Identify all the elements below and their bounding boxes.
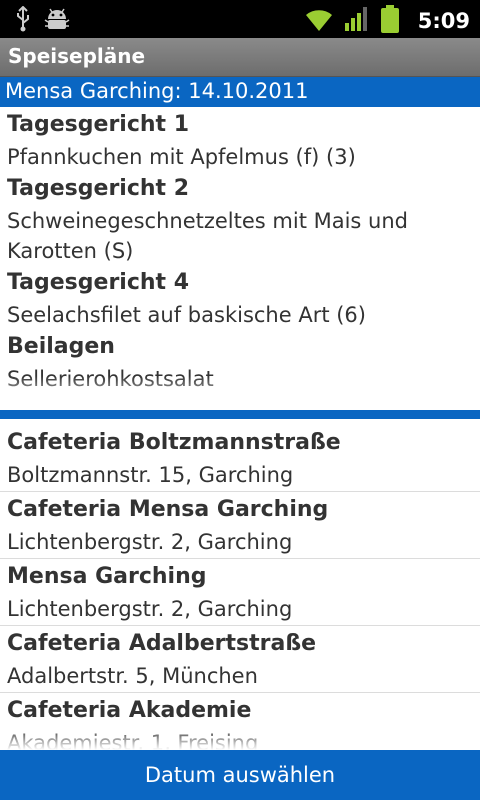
section-divider	[0, 410, 480, 419]
select-date-button[interactable]: Datum auswählen	[0, 750, 480, 800]
menu-list[interactable]: Tagesgericht 1 Pfannkuchen mit Apfelmus …	[0, 108, 480, 406]
location-name: Cafeteria Adalbertstraße	[7, 631, 317, 656]
signal-icon	[344, 5, 370, 37]
status-bar: 5:09	[0, 0, 480, 38]
location-list[interactable]: Cafeteria Boltzmannstraße Boltzmannstr. …	[0, 425, 480, 750]
location-item[interactable]: Cafeteria Boltzmannstraße Boltzmannstr. …	[0, 425, 480, 492]
location-item[interactable]: Cafeteria Adalbertstraße Adalbertstr. 5,…	[0, 626, 480, 693]
dish-category: Tagesgericht 4	[7, 270, 190, 295]
android-debug-icon	[44, 7, 70, 35]
status-clock: 5:09	[417, 9, 470, 33]
dish-name: Pfannkuchen mit Apfelmus (f) (3)	[7, 145, 356, 169]
location-name: Cafeteria Boltzmannstraße	[7, 430, 341, 455]
usb-icon	[14, 5, 32, 36]
wifi-icon	[304, 5, 334, 37]
location-address: Boltzmannstr. 15, Garching	[7, 463, 294, 487]
dish-category: Beilagen	[7, 334, 115, 359]
location-name: Mensa Garching	[7, 564, 207, 589]
location-address: Adalbertstr. 5, München	[7, 664, 258, 688]
location-name: Cafeteria Mensa Garching	[7, 497, 329, 522]
location-item[interactable]: Cafeteria Akademie Akademiestr. 1, Freis…	[0, 693, 480, 750]
menu-date-header-text: Mensa Garching: 14.10.2011	[5, 79, 309, 103]
battery-icon	[380, 4, 400, 38]
app-title-bar: Speisepläne	[0, 38, 480, 77]
dish-name: Sellerierohkostsalat	[7, 367, 214, 391]
dish-name: Schweinegeschnetzeltes mit Mais und Karo…	[7, 209, 408, 263]
location-name: Cafeteria Akademie	[7, 698, 252, 723]
menu-item: Tagesgericht 2 Schweinegeschnetzeltes mi…	[0, 172, 480, 266]
location-item[interactable]: Cafeteria Mensa Garching Lichtenbergstr.…	[0, 492, 480, 559]
menu-item: Tagesgericht 1 Pfannkuchen mit Apfelmus …	[0, 108, 480, 172]
status-notifications	[14, 5, 70, 36]
menu-date-header: Mensa Garching: 14.10.2011	[0, 77, 480, 107]
location-address: Lichtenbergstr. 2, Garching	[7, 597, 293, 621]
location-address: Akademiestr. 1, Freising	[7, 731, 259, 750]
dish-category: Tagesgericht 2	[7, 176, 190, 201]
menu-item: Beilagen Sellerierohkostsalat	[0, 330, 480, 394]
location-item[interactable]: Mensa Garching Lichtenbergstr. 2, Garchi…	[0, 559, 480, 626]
app-title: Speisepläne	[8, 44, 146, 68]
location-address: Lichtenbergstr. 2, Garching	[7, 530, 293, 554]
status-indicators: 5:09	[304, 4, 470, 38]
dish-category: Tagesgericht 1	[7, 112, 190, 137]
dish-name: Seelachsfilet auf baskische Art (6)	[7, 303, 366, 327]
menu-item: Tagesgericht 4 Seelachsfilet auf baskisc…	[0, 266, 480, 330]
